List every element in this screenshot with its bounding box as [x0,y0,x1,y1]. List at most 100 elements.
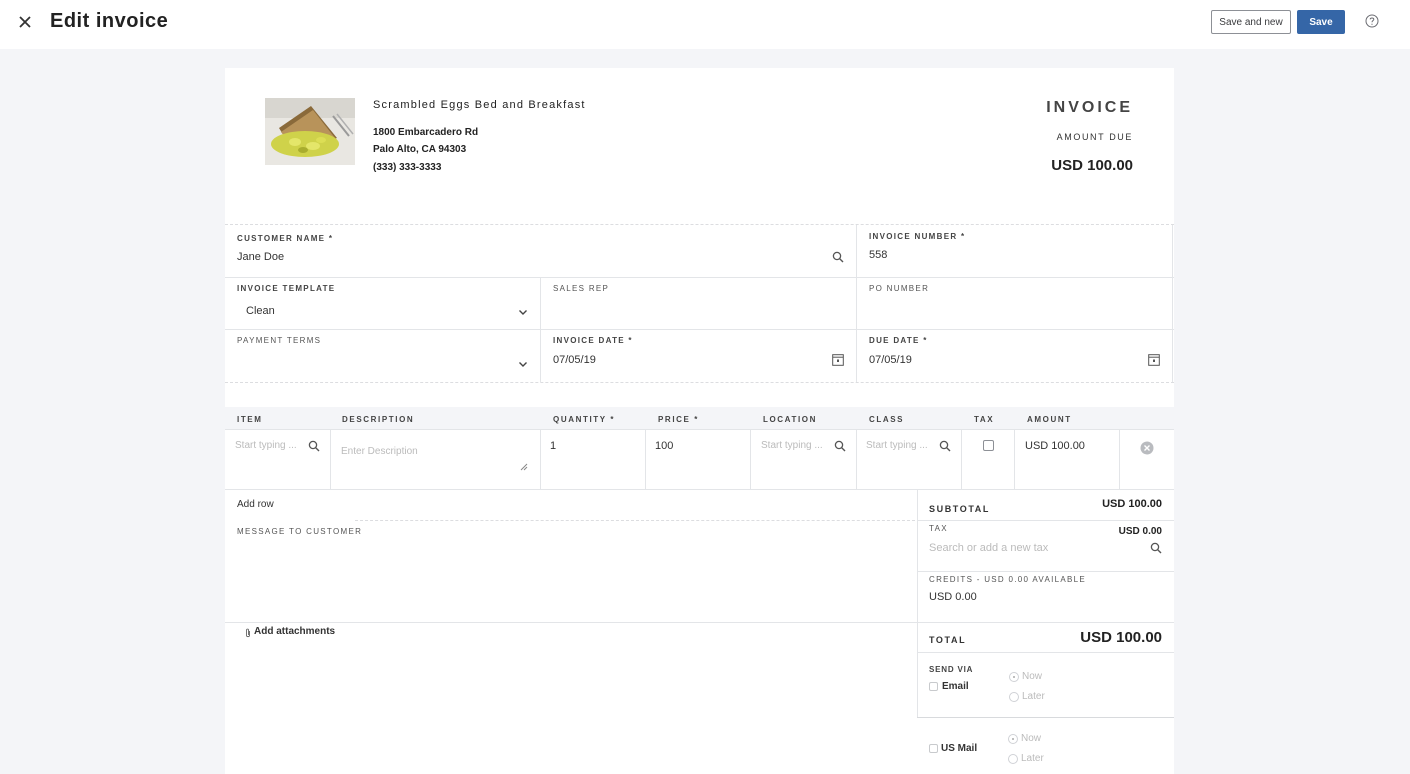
divider [1172,225,1173,382]
column-header-price: PRICE * [658,415,699,424]
column-header-location: LOCATION [763,415,817,424]
mail-later-radio[interactable] [1008,754,1018,764]
amount-due-label: AMOUNT DUE [1056,132,1133,142]
email-later-radio[interactable] [1009,692,1019,702]
search-icon[interactable] [834,440,846,452]
help-icon[interactable] [1365,14,1379,28]
message-to-customer-label: MESSAGE TO CUSTOMER [237,527,363,536]
column-header-amount: AMOUNT [1027,415,1072,424]
divider [225,277,1174,278]
delete-row-icon[interactable] [1140,441,1154,455]
credits-value: USD 0.00 [929,591,977,603]
divider [225,224,1174,225]
total-label: TOTAL [929,635,967,645]
invoice-date-field[interactable]: 07/05/19 [553,354,596,366]
save-and-new-button[interactable]: Save and new [1211,10,1291,34]
invoice-number-field[interactable]: 558 [869,249,887,261]
tax-value: USD 0.00 [1118,526,1162,537]
column-header-tax: TAX [974,415,995,424]
credits-label: CREDITS - USD 0.00 Available [929,575,1087,584]
company-logo [265,98,355,165]
close-icon[interactable] [16,13,34,31]
divider [330,429,331,489]
email-later-label: Later [1022,691,1045,702]
add-row-link[interactable]: Add row [237,499,274,510]
divider [856,429,857,489]
top-bar: Edit invoice Save and new Save [0,0,1410,49]
column-header-description: DESCRIPTION [342,415,415,424]
page-title: Edit invoice [50,10,169,32]
payment-terms-select[interactable] [237,356,527,372]
divider [917,717,1174,718]
divider [1119,429,1120,489]
tax-checkbox[interactable] [983,440,994,451]
due-date-label: DUE DATE * [869,336,928,345]
divider [917,490,918,718]
item-input[interactable]: Start typing ... [235,440,297,451]
column-header-quantity: QUANTITY * [553,415,616,424]
email-now-label: Now [1022,671,1043,682]
subtotal-value: USD 100.00 [1102,498,1162,510]
divider [961,429,962,489]
customer-name-field[interactable]: Jane Doe [237,251,284,263]
divider [225,429,1174,430]
tax-search-input[interactable]: Search or add a new tax [929,542,1048,554]
line-amount: USD 100.00 [1025,440,1085,452]
invoice-template-select[interactable]: Clean [246,305,275,317]
chevron-down-icon[interactable] [517,358,529,370]
search-icon[interactable] [939,440,951,452]
amount-due-value: USD 100.00 [1051,157,1133,174]
price-input[interactable]: 100 [655,440,673,452]
invoice-date-label: INVOICE DATE * [553,336,633,345]
send-via-label: SEND VIA [929,665,974,674]
class-input[interactable]: Start typing ... [866,440,928,451]
divider [917,622,1174,623]
email-checkbox[interactable] [929,682,938,691]
us-mail-checkbox[interactable] [929,744,938,753]
chevron-down-icon[interactable] [517,306,529,318]
company-name: Scrambled Eggs Bed and Breakfast [373,99,586,111]
divider [225,329,1174,330]
po-number-label: PO NUMBER [869,284,930,293]
divider [225,622,917,623]
calendar-icon[interactable] [1148,354,1160,366]
location-input[interactable]: Start typing ... [761,440,823,451]
description-input[interactable]: Enter Description [341,446,418,457]
company-address-line1: 1800 Embarcadero Rd [373,127,479,138]
divider [1014,429,1015,489]
column-header-item: ITEM [237,415,263,424]
email-now-radio[interactable] [1009,672,1019,682]
divider [917,520,1174,521]
po-number-field[interactable] [869,304,1159,320]
message-to-customer-field[interactable] [237,543,907,617]
divider [355,520,915,521]
search-icon[interactable] [1150,542,1162,554]
divider [917,652,1174,653]
calendar-icon[interactable] [832,354,844,366]
mail-now-radio[interactable] [1008,734,1018,744]
customer-name-label: CUSTOMER NAME * [237,234,334,243]
tax-label: TAX [929,524,948,533]
mail-now-label: Now [1021,733,1042,744]
company-address-line2: Palo Alto, CA 94303 [373,144,467,155]
us-mail-label: US Mail [941,743,978,754]
search-icon[interactable] [832,251,844,263]
invoice-template-label: INVOICE TEMPLATE [237,284,336,293]
quantity-input[interactable]: 1 [550,440,556,452]
resize-handle-icon[interactable] [520,463,528,471]
divider [645,429,646,489]
save-button[interactable]: Save [1297,10,1345,34]
column-header-class: CLASS [869,415,905,424]
add-attachments-link[interactable]: Add attachments [254,626,335,637]
divider [540,277,541,382]
due-date-field[interactable]: 07/05/19 [869,354,912,366]
divider [917,571,1174,572]
divider [540,429,541,489]
paperclip-icon [246,628,250,638]
sales-rep-field[interactable] [553,304,843,320]
payment-terms-label: PAYMENT TERMS [237,336,322,345]
divider [225,382,1174,383]
invoice-number-label: INVOICE NUMBER * [869,232,966,241]
sales-rep-label: SALES REP [553,284,610,293]
search-icon[interactable] [308,440,320,452]
